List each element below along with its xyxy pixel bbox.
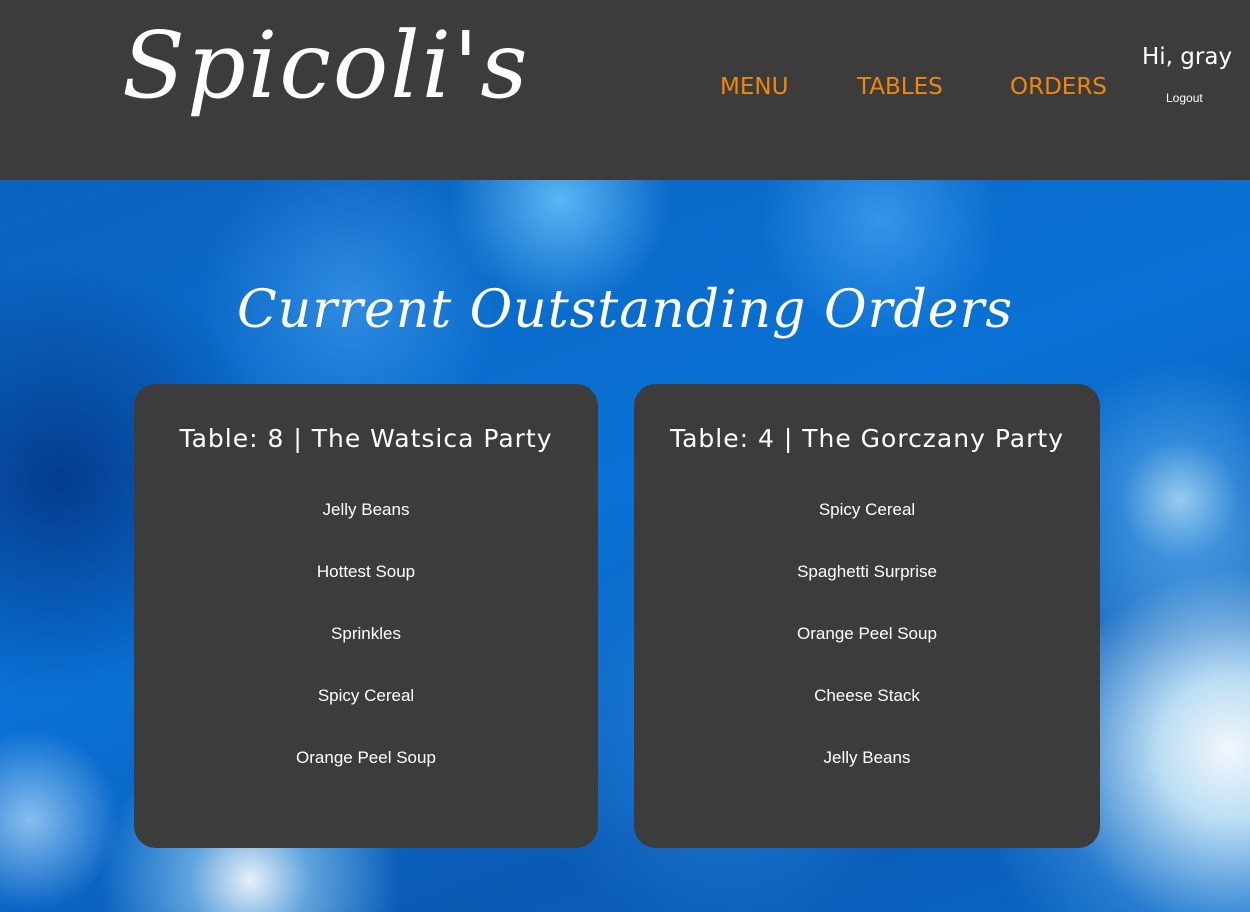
order-item: Orange Peel Soup [797,624,937,643]
order-item: Orange Peel Soup [296,748,436,767]
order-item: Spicy Cereal [818,500,916,519]
order-card-table-4: Table: 4 | The Gorczany Party Spicy Cere… [634,384,1100,848]
site-header: Spicoli's MENU TABLES ORDERS Hi, gray Lo… [0,0,1250,180]
order-card-table-8: Table: 8 | The Watsica Party Jelly Beans… [134,384,598,848]
order-item: Spaghetti Surprise [797,562,937,581]
order-item: Cheese Stack [814,686,920,705]
nav-menu-link[interactable]: MENU [720,74,788,100]
nav-tables-link[interactable]: TABLES [857,74,943,100]
order-item: Spicy Cereal [317,686,415,705]
order-item: Hottest Soup [316,562,416,581]
order-item-list: Spicy Cereal Spaghetti Surprise Orange P… [634,500,1100,810]
nav-orders-link[interactable]: ORDERS [1010,74,1107,100]
order-card-title: Table: 4 | The Gorczany Party [669,424,1064,453]
order-card-title: Table: 8 | The Watsica Party [179,424,553,453]
order-item: Jelly Beans [322,500,410,519]
order-item-list: Jelly Beans Hottest Soup Sprinkles Spicy… [134,500,598,810]
logout-link[interactable]: Logout [1166,91,1203,105]
page-title: Current Outstanding Orders [236,280,1014,340]
user-greeting: Hi, gray [1142,44,1233,70]
order-item: Jelly Beans [823,748,911,767]
logo[interactable]: Spicoli's [122,20,530,112]
order-item: Sprinkles [331,624,401,643]
